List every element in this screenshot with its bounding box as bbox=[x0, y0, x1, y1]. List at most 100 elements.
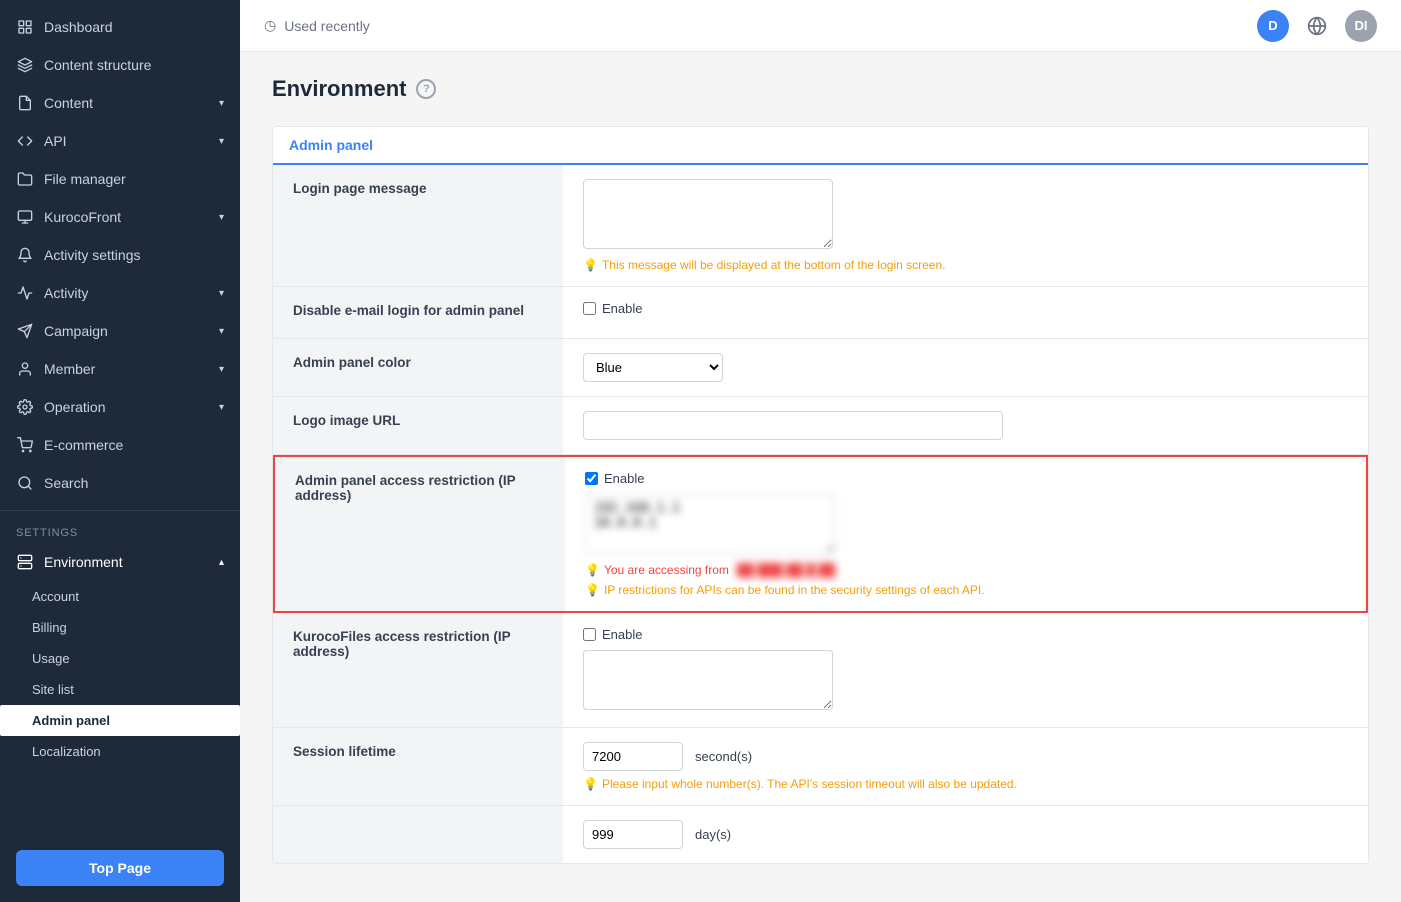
admin-access-hint: 💡 IP restrictions for APIs can be found … bbox=[585, 583, 1346, 597]
kurocofiles-checkbox-row: Enable bbox=[583, 627, 1348, 642]
sidebar-sub-item-site-list-label: Site list bbox=[32, 682, 74, 697]
globe-icon[interactable] bbox=[1301, 10, 1333, 42]
setting-value-logo-url bbox=[563, 397, 1368, 454]
admin-access-checkbox-label: Enable bbox=[604, 471, 644, 486]
used-recently[interactable]: ◷ Used recently bbox=[264, 17, 370, 34]
server-icon bbox=[16, 553, 34, 571]
sidebar-item-search[interactable]: Search bbox=[0, 464, 240, 502]
setting-label-disable-email: Disable e-mail login for admin panel bbox=[273, 287, 563, 338]
sidebar-sub-item-admin-panel-label: Admin panel bbox=[32, 713, 110, 728]
sidebar-item-content-label: Content bbox=[44, 95, 93, 111]
setting-row-session-lifetime: Session lifetime second(s) 💡 Please inpu… bbox=[273, 728, 1368, 806]
sidebar-sub-item-account[interactable]: Account bbox=[0, 581, 240, 612]
chevron-down-icon: ▾ bbox=[219, 288, 224, 299]
sidebar-item-api[interactable]: API ▾ bbox=[0, 122, 240, 160]
sidebar-item-ecommerce[interactable]: E-commerce bbox=[0, 426, 240, 464]
file-icon bbox=[16, 94, 34, 112]
setting-value-login-message: 💡 This message will be displayed at the … bbox=[563, 165, 1368, 286]
setting-row-logo-url: Logo image URL bbox=[273, 397, 1368, 455]
sidebar-sub-item-localization[interactable]: Localization bbox=[0, 736, 240, 767]
setting-row-last: day(s) bbox=[273, 806, 1368, 863]
setting-label-logo-url: Logo image URL bbox=[273, 397, 563, 454]
content-area: Environment ? Admin panel Login page mes… bbox=[240, 52, 1401, 902]
help-icon[interactable]: ? bbox=[416, 79, 436, 99]
header-right: D DI bbox=[1257, 10, 1377, 42]
setting-value-panel-color: Blue Red Green Dark bbox=[563, 339, 1368, 396]
sidebar-item-content[interactable]: Content ▾ bbox=[0, 84, 240, 122]
grid-icon bbox=[16, 18, 34, 36]
sidebar-item-campaign-label: Campaign bbox=[44, 323, 108, 339]
sidebar-item-file-manager[interactable]: File manager bbox=[0, 160, 240, 198]
sidebar-item-environment-label: Environment bbox=[44, 554, 123, 570]
sidebar-item-dashboard[interactable]: Dashboard bbox=[0, 8, 240, 46]
clock-icon: ◷ bbox=[264, 17, 276, 34]
last-row-input[interactable] bbox=[583, 820, 683, 849]
warning-icon: 💡 bbox=[585, 563, 600, 577]
setting-value-disable-email: Enable bbox=[563, 287, 1368, 338]
header: ◷ Used recently D DI bbox=[240, 0, 1401, 52]
sidebar-item-content-structure[interactable]: Content structure bbox=[0, 46, 240, 84]
sidebar-sub-item-billing-label: Billing bbox=[32, 620, 67, 635]
sidebar-sub-item-usage[interactable]: Usage bbox=[0, 643, 240, 674]
avatar-gray[interactable]: DI bbox=[1345, 10, 1377, 42]
folder-icon bbox=[16, 170, 34, 188]
settings-icon bbox=[16, 398, 34, 416]
accessing-ip-blurred: ██.███.██.█ ██ bbox=[737, 563, 835, 577]
sidebar-sub-item-account-label: Account bbox=[32, 589, 79, 604]
sidebar-sub-item-billing[interactable]: Billing bbox=[0, 612, 240, 643]
avatar-blue[interactable]: D bbox=[1257, 10, 1289, 42]
sidebar-item-kurocofront[interactable]: KurocoFront ▾ bbox=[0, 198, 240, 236]
sidebar-sub-item-admin-panel[interactable]: Admin panel bbox=[0, 705, 240, 736]
sidebar-item-api-label: API bbox=[44, 133, 67, 149]
admin-access-checkbox[interactable] bbox=[585, 472, 598, 485]
session-lifetime-input[interactable] bbox=[583, 742, 683, 771]
setting-label-last bbox=[273, 806, 563, 863]
code-icon bbox=[16, 132, 34, 150]
sidebar-item-activity-settings[interactable]: Activity settings bbox=[0, 236, 240, 274]
bulb-icon: 💡 bbox=[585, 583, 600, 597]
sidebar-sub-item-site-list[interactable]: Site list bbox=[0, 674, 240, 705]
layers-icon bbox=[16, 56, 34, 74]
sidebar-item-member[interactable]: Member ▾ bbox=[0, 350, 240, 388]
login-message-textarea[interactable] bbox=[583, 179, 833, 249]
kurocofiles-ip-textarea[interactable] bbox=[583, 650, 833, 710]
logo-url-input[interactable] bbox=[583, 411, 1003, 440]
settings-section-label: SETTINGS bbox=[0, 519, 240, 543]
setting-label-session-lifetime: Session lifetime bbox=[273, 728, 563, 805]
sidebar-item-ecommerce-label: E-commerce bbox=[44, 437, 123, 453]
admin-access-ip-textarea[interactable]: 192.168.1.1 10.0.0.1 bbox=[585, 494, 835, 554]
user-icon bbox=[16, 360, 34, 378]
bulb-icon: 💡 bbox=[583, 777, 598, 791]
main-area: ◷ Used recently D DI Environment ? Admin… bbox=[240, 0, 1401, 902]
panel-color-select[interactable]: Blue Red Green Dark bbox=[583, 353, 723, 382]
setting-row-disable-email: Disable e-mail login for admin panel Ena… bbox=[273, 287, 1368, 339]
setting-label-panel-color: Admin panel color bbox=[273, 339, 563, 396]
search-icon bbox=[16, 474, 34, 492]
page-title-text: Environment bbox=[272, 76, 406, 102]
disable-email-checkbox-label: Enable bbox=[602, 301, 642, 316]
admin-access-checkbox-row: Enable bbox=[585, 471, 1346, 486]
sidebar-item-environment[interactable]: Environment ▴ bbox=[0, 543, 240, 581]
disable-email-checkbox[interactable] bbox=[583, 302, 596, 315]
sidebar-item-operation[interactable]: Operation ▾ bbox=[0, 388, 240, 426]
session-lifetime-unit: second(s) bbox=[695, 749, 752, 764]
setting-row-panel-color: Admin panel color Blue Red Green Dark bbox=[273, 339, 1368, 397]
sidebar: Dashboard Content structure Content ▾ AP… bbox=[0, 0, 240, 902]
sidebar-item-operation-label: Operation bbox=[44, 399, 105, 415]
admin-access-warning: 💡 You are accessing from ██.███.██.█ ██ bbox=[585, 563, 1346, 577]
chevron-down-icon: ▾ bbox=[219, 402, 224, 413]
top-page-button[interactable]: Top Page bbox=[16, 850, 224, 886]
chevron-down-icon: ▾ bbox=[219, 136, 224, 147]
setting-value-last: day(s) bbox=[563, 806, 1368, 863]
sidebar-item-activity[interactable]: Activity ▾ bbox=[0, 274, 240, 312]
section-header-label: Admin panel bbox=[289, 137, 373, 153]
kurocofiles-checkbox[interactable] bbox=[583, 628, 596, 641]
sidebar-item-activity-settings-label: Activity settings bbox=[44, 247, 140, 263]
sidebar-sub-item-usage-label: Usage bbox=[32, 651, 70, 666]
bulb-icon: 💡 bbox=[583, 258, 598, 272]
login-message-hint: 💡 This message will be displayed at the … bbox=[583, 258, 1348, 272]
setting-label-admin-access: Admin panel access restriction (IP addre… bbox=[275, 457, 565, 611]
used-recently-label: Used recently bbox=[284, 18, 370, 34]
setting-row-admin-access-restriction: Admin panel access restriction (IP addre… bbox=[273, 455, 1368, 613]
sidebar-item-campaign[interactable]: Campaign ▾ bbox=[0, 312, 240, 350]
